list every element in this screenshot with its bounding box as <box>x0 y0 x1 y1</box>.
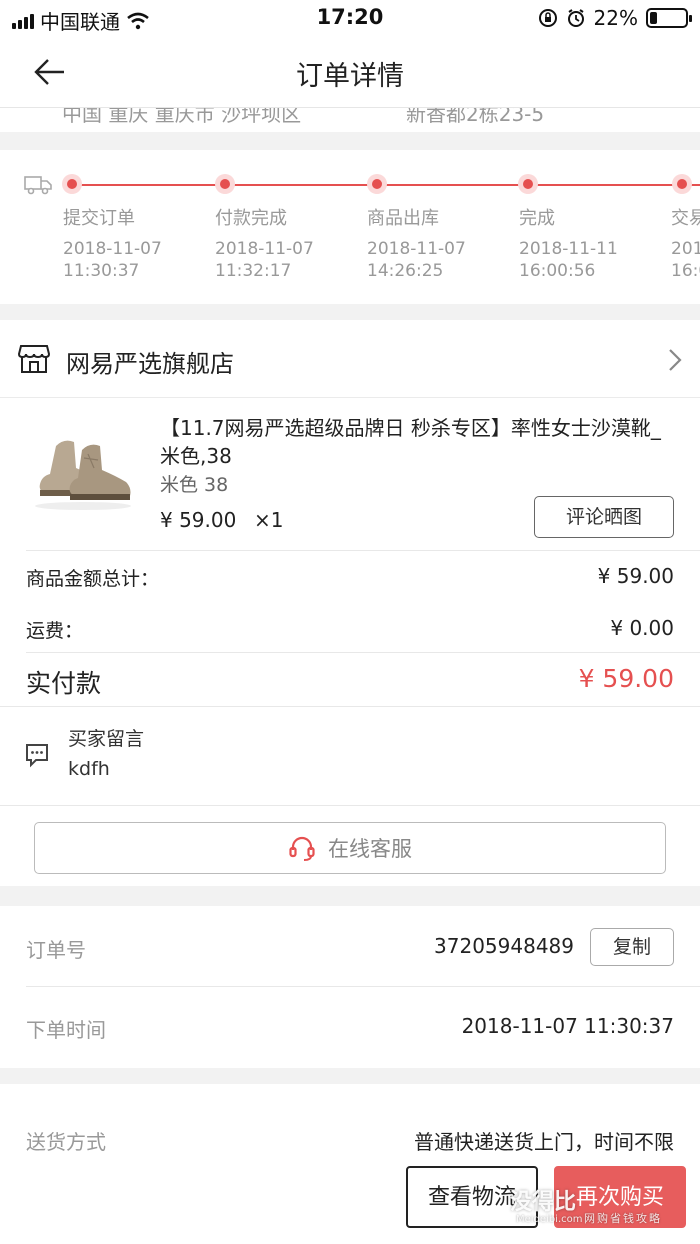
battery-fill <box>650 12 658 24</box>
shipping-value: ¥ 0.00 <box>610 616 674 640</box>
timeline-node <box>215 174 235 194</box>
chevron-right-icon <box>669 349 682 371</box>
watermark-slogan: 网购省钱攻略 <box>584 1212 662 1225</box>
paid-amount-value: ¥ 59.00 <box>578 664 674 693</box>
divider <box>0 805 700 806</box>
shop-card <box>0 320 700 886</box>
page-title: 订单详情 <box>296 61 404 92</box>
timeline-node <box>518 174 538 194</box>
timeline-step: 完成 2018-11-11 16:00:56 <box>519 208 618 282</box>
divider <box>26 986 700 987</box>
store-icon <box>18 345 50 373</box>
timeline-step: 商品出库 2018-11-07 14:26:25 <box>367 208 466 282</box>
delivery-method-label: 送货方式 <box>26 1130 106 1154</box>
paid-amount-label: 实付款 <box>26 669 102 698</box>
timeline-step: 提交订单 2018-11-07 11:30:37 <box>63 208 162 282</box>
alarm-icon <box>567 9 584 27</box>
battery-icon <box>646 8 692 28</box>
product-title[interactable]: 【11.7网易严选超级品牌日 秒杀专区】率性女士沙漠靴_米色,38 <box>160 414 670 470</box>
copy-button[interactable]: 复制 <box>590 928 674 966</box>
online-service-label: 在线客服 <box>328 837 412 861</box>
timeline-step-date: 2018-11-07 <box>367 239 466 259</box>
timeline-step-label: 付款完成 <box>215 208 287 229</box>
shop-header[interactable]: 网易严选旗舰店 <box>0 320 700 398</box>
product-price: ¥ 59.00 <box>160 508 237 532</box>
orientation-lock-icon <box>538 9 557 27</box>
timeline-step: 付款完成 2018-11-07 11:32:17 <box>215 208 314 282</box>
status-bar: 中国联通 17:20 22% <box>0 0 700 36</box>
timeline-step-time: 14:26:25 <box>367 261 444 281</box>
timeline-node <box>672 174 692 194</box>
nav-bar: 订单详情 <box>0 36 700 108</box>
goods-total-value: ¥ 59.00 <box>597 564 674 588</box>
address-region: 中国 重庆 重庆市 沙坪坝区 <box>62 108 302 126</box>
product-spec: 米色 38 <box>160 474 229 496</box>
order-time-label: 下单时间 <box>26 1018 106 1042</box>
order-number-label: 订单号 <box>26 938 86 962</box>
timeline-node <box>367 174 387 194</box>
timeline-step-label: 提交订单 <box>63 208 135 229</box>
address-clipped: 中国 重庆 重庆市 沙坪坝区 新香都2栋23-5 <box>0 108 700 132</box>
timeline-step-date: 2018-11-11 <box>519 239 618 259</box>
delivery-method-value: 普通快递送货上门，时间不限 <box>414 1130 674 1154</box>
order-time-value: 2018-11-07 11:30:37 <box>461 1014 674 1038</box>
comment-photo-button[interactable]: 评论晒图 <box>534 496 674 538</box>
truck-icon <box>24 176 52 195</box>
timeline-node <box>62 174 82 194</box>
shop-name: 网易严选旗舰店 <box>66 350 234 378</box>
divider <box>26 652 700 653</box>
headset-icon <box>289 836 315 861</box>
divider <box>0 706 700 707</box>
timeline-step-date: 2018-11-07 <box>63 239 162 259</box>
watermark-site: Meideibi.com <box>516 1214 583 1225</box>
watermark-logo: 没得比 <box>510 1190 577 1215</box>
address-detail: 新香都2栋23-5 <box>406 108 545 126</box>
timeline-step-label: 完成 <box>519 208 555 229</box>
shipping-label: 运费： <box>26 620 84 642</box>
online-service-content: 在线客服 <box>288 833 412 863</box>
timeline-step-time: 11:30:37 <box>63 261 140 281</box>
timeline-step-date: 2018-11-07 <box>215 239 314 259</box>
buyer-message-text: kdfh <box>68 758 110 780</box>
goods-total-label: 商品金额总计： <box>26 568 160 590</box>
timeline-step-time: 11:32:17 <box>215 261 292 281</box>
divider <box>26 550 700 551</box>
buyer-message-label: 买家留言 <box>68 728 145 750</box>
product-image[interactable] <box>28 428 138 512</box>
message-icon <box>26 744 48 768</box>
status-right: 22% <box>538 6 692 30</box>
battery-percent: 22% <box>593 6 638 30</box>
timeline-step-label: 商品出库 <box>367 208 439 229</box>
timeline-step-time: 16:00:56 <box>519 261 596 281</box>
product-quantity: ×1 <box>254 508 284 532</box>
order-number-value: 37205948489 <box>434 934 574 958</box>
online-service-button[interactable]: 在线客服 <box>34 822 666 874</box>
